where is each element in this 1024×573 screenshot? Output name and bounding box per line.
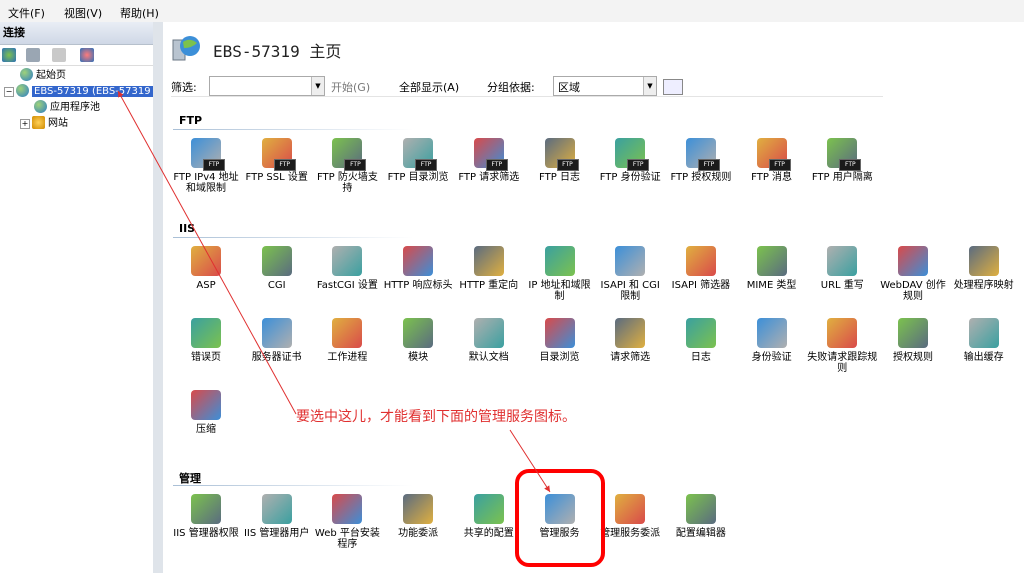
arrow-to-management-service (509, 429, 551, 493)
arrow-to-server (117, 90, 297, 415)
annotation-arrows (117, 90, 551, 493)
